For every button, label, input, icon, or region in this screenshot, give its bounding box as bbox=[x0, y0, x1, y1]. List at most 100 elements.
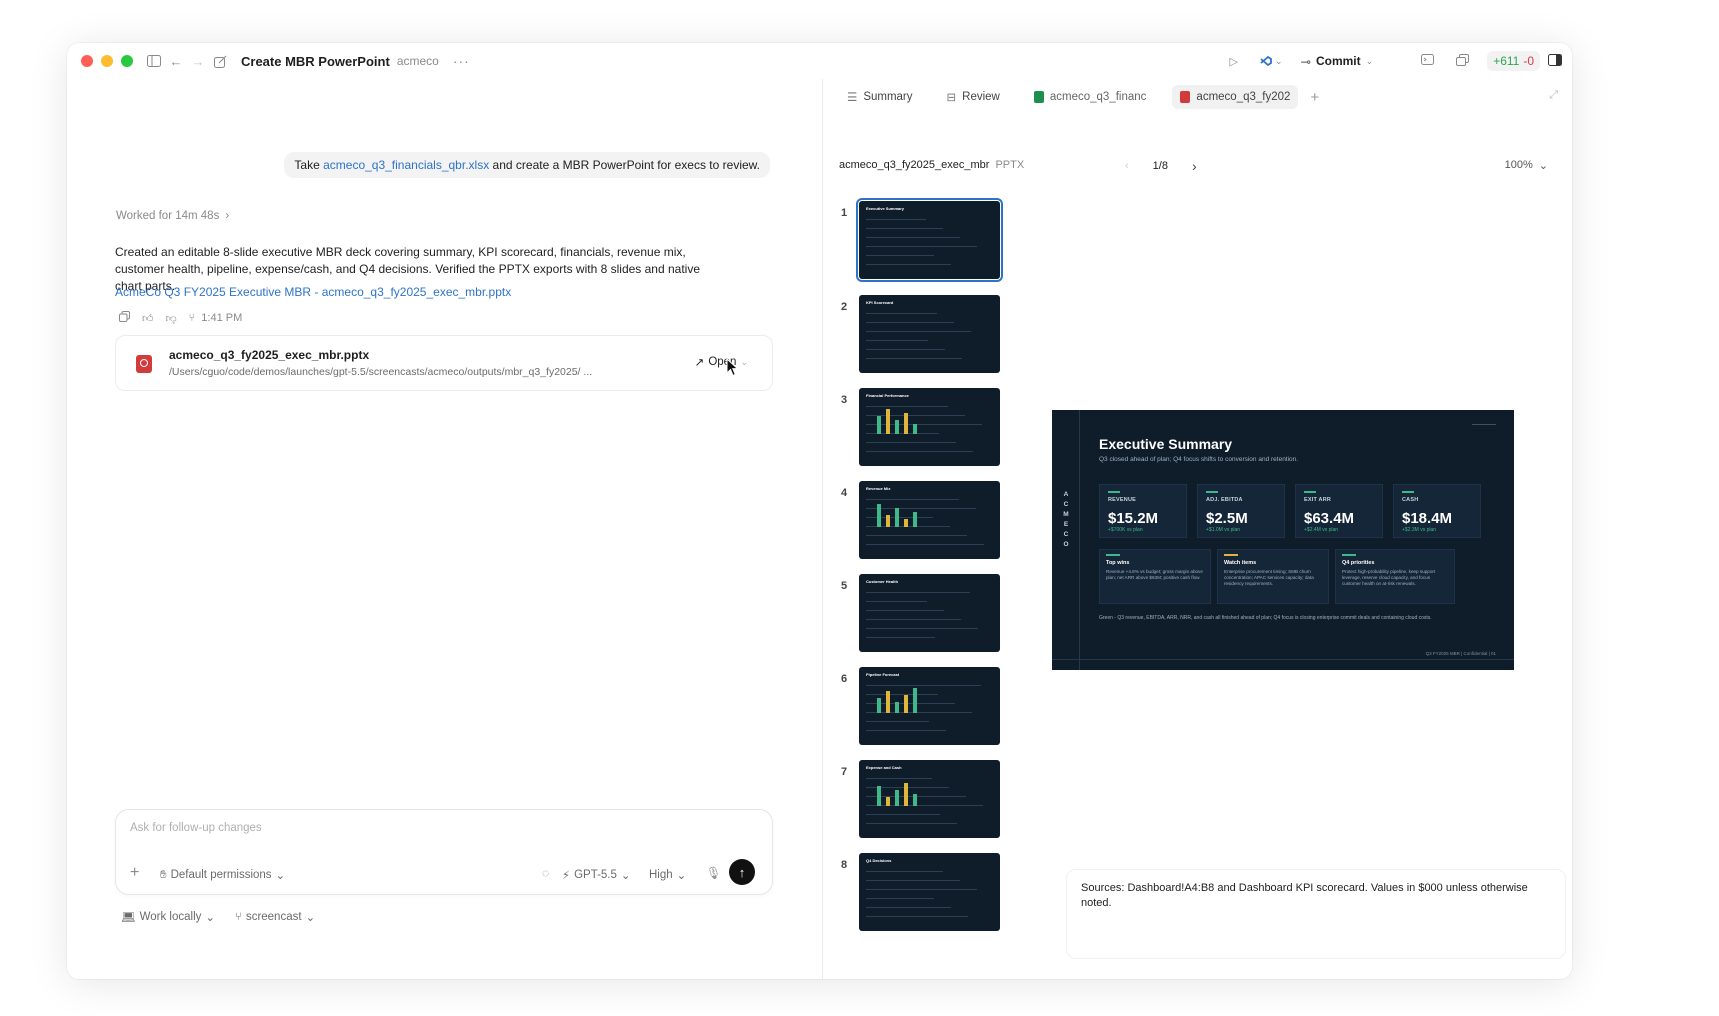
app-window: ← → Create MBR PowerPoint acmeco ··· ▷ ⌄… bbox=[67, 43, 1572, 979]
diff-added: +611 bbox=[1493, 54, 1520, 68]
hand-icon: ✋︎ bbox=[160, 868, 167, 881]
pptx-file-icon bbox=[1180, 91, 1191, 103]
kpi-card-arr: EXIT ARR $63.4M +$2.4M vs plan bbox=[1295, 484, 1383, 538]
more-options-icon[interactable]: ··· bbox=[453, 53, 470, 69]
vscode-icon[interactable]: ⌄ bbox=[1260, 55, 1283, 67]
chevron-down-icon[interactable]: ⌄ bbox=[1275, 56, 1283, 67]
card-watch-items: Watch items Enterprise procurement timin… bbox=[1217, 549, 1329, 604]
slide-thumbnail-3[interactable]: Financial Performance bbox=[859, 388, 1000, 466]
file-path: /Users/cguo/code/demos/launches/gpt-5.5/… bbox=[169, 366, 593, 378]
kpi-label: ADJ. EBITDA bbox=[1206, 497, 1243, 503]
title-bar: ← → Create MBR PowerPoint acmeco ··· ▷ ⌄… bbox=[67, 43, 1572, 79]
effort-dropdown[interactable]: High ⌄ bbox=[649, 868, 686, 882]
title-bar-actions: ▷ ⌄ ⊸ Commit ⌄ +611 -0 bbox=[1229, 43, 1562, 79]
work-mode-dropdown[interactable]: 💻︎ Work locally ⌄ bbox=[121, 910, 215, 924]
panel-toggle-icon[interactable] bbox=[1548, 53, 1562, 69]
permissions-dropdown[interactable]: ✋︎ Default permissions ⌄ bbox=[160, 868, 285, 883]
kpi-delta: +$2.3M vs plan bbox=[1402, 527, 1437, 533]
tab-summary[interactable]: ☰ Summary bbox=[839, 85, 921, 109]
kpi-card-revenue: REVENUE $15.2M +$700K vs plan bbox=[1099, 484, 1187, 538]
thumbnail-title: Expense and Cash bbox=[866, 765, 902, 770]
run-icon[interactable]: ▷ bbox=[1229, 55, 1237, 68]
worked-for-toggle[interactable]: Worked for 14m 48s › bbox=[116, 210, 229, 222]
copy-window-icon[interactable] bbox=[1456, 53, 1470, 69]
new-chat-icon[interactable] bbox=[209, 50, 231, 72]
slide-thumbnail-1[interactable]: Executive Summary bbox=[856, 198, 1003, 282]
chevron-down-icon: ⌄ bbox=[305, 912, 316, 924]
slide-number: 1 bbox=[841, 207, 848, 219]
kpi-value: $2.5M bbox=[1206, 510, 1248, 527]
card-text: Revenue +4.8% vs budget; gross margin ab… bbox=[1106, 569, 1203, 581]
open-file-button[interactable]: ↗ Open ⌄ bbox=[695, 355, 748, 369]
copy-icon[interactable] bbox=[119, 311, 130, 325]
tab-review[interactable]: ⊟ Review bbox=[939, 85, 1008, 109]
chevron-down-icon: ⌄ bbox=[676, 870, 687, 882]
branch-dropdown[interactable]: ⑂ screencast ⌄ bbox=[235, 910, 315, 924]
slide-thumbnail-6[interactable]: Pipeline Forecast bbox=[859, 667, 1000, 745]
message-time: 1:41 PM bbox=[201, 312, 243, 324]
terminal-icon[interactable] bbox=[1421, 54, 1435, 68]
expand-icon[interactable]: ⤢ bbox=[1549, 89, 1558, 102]
tab-financials-xlsx[interactable]: acmeco_q3_financ bbox=[1026, 85, 1155, 109]
card-q4-priorities: Q4 priorities Protect high-probability p… bbox=[1335, 549, 1455, 604]
commit-label: Commit bbox=[1315, 54, 1361, 68]
close-window-button[interactable] bbox=[81, 55, 93, 67]
deck-link[interactable]: AcmeCo Q3 FY2025 Executive MBR - acmeco_… bbox=[115, 285, 511, 299]
viewer-filename: acmeco_q3_fy2025_exec_mbr bbox=[839, 159, 990, 171]
slide-thumbnail-5[interactable]: Customer Health bbox=[859, 574, 1000, 652]
tab-label: acmeco_q3_financ bbox=[1049, 91, 1147, 103]
viewer-file-header: acmeco_q3_fy2025_exec_mbr PPTX bbox=[839, 159, 1024, 171]
diff-stats[interactable]: +611 -0 bbox=[1487, 51, 1540, 71]
zoom-label: 100% bbox=[1504, 159, 1533, 171]
slide-footer: Q3 FY2025 MBR | Confidential | 01 bbox=[1425, 651, 1496, 656]
page-indicator: 1/8 bbox=[1152, 160, 1168, 172]
list-icon: ☰ bbox=[847, 92, 858, 104]
slide-thumbnail-8[interactable]: Q4 Decisions bbox=[859, 853, 1000, 931]
send-button[interactable]: ↑ bbox=[729, 859, 755, 885]
add-attachment-icon[interactable]: + bbox=[130, 864, 139, 882]
thumbs-up-icon[interactable]: 👍︎ bbox=[142, 312, 154, 325]
commit-icon: ⊸ bbox=[1300, 54, 1311, 69]
branch-label: screencast bbox=[245, 911, 302, 923]
minimize-window-button[interactable] bbox=[101, 55, 113, 67]
slide-preview: ACMECO Executive Summary Q3 closed ahead… bbox=[1052, 410, 1514, 670]
viewer-filetype: PPTX bbox=[995, 159, 1025, 171]
slide-title: Executive Summary bbox=[1099, 436, 1233, 452]
branch-icon[interactable]: ⑂ bbox=[189, 312, 196, 324]
forward-arrow-icon[interactable]: → bbox=[187, 50, 209, 72]
next-page-icon[interactable]: › bbox=[1192, 158, 1197, 174]
commit-button[interactable]: ⊸ Commit ⌄ bbox=[1300, 54, 1373, 69]
zoom-window-button[interactable] bbox=[121, 55, 133, 67]
composer-footer: 💻︎ Work locally ⌄ ⑂ screencast ⌄ bbox=[121, 910, 315, 924]
slide-number: 5 bbox=[841, 580, 848, 592]
effort-label: High bbox=[649, 869, 673, 881]
prev-page-icon[interactable]: ‹ bbox=[1125, 160, 1129, 172]
kpi-label: EXIT ARR bbox=[1304, 497, 1332, 503]
model-dropdown[interactable]: ⚡︎ GPT-5.5 ⌄ bbox=[562, 868, 631, 882]
followup-input[interactable]: Ask for follow-up changes bbox=[130, 822, 262, 834]
tab-mbr-pptx[interactable]: acmeco_q3_fy202 bbox=[1172, 85, 1299, 109]
zoom-dropdown[interactable]: 100% ⌄ bbox=[1505, 159, 1548, 172]
kpi-value: $18.4M bbox=[1402, 510, 1453, 527]
project-name: acmeco bbox=[396, 54, 439, 68]
slide-thumbnail-2[interactable]: KPI Scorecard bbox=[859, 295, 1000, 373]
back-arrow-icon[interactable]: ← bbox=[165, 50, 187, 72]
chevron-down-icon: ⌄ bbox=[620, 870, 631, 882]
new-tab-icon[interactable]: + bbox=[1310, 89, 1319, 106]
review-icon: ⊟ bbox=[946, 92, 957, 104]
kpi-label: CASH bbox=[1402, 497, 1419, 503]
card-title: Watch items bbox=[1224, 560, 1257, 566]
thumbs-down-icon[interactable]: 👎︎ bbox=[166, 312, 177, 325]
microphone-icon[interactable]: 🎙︎ bbox=[706, 866, 721, 880]
prompt-file-link[interactable]: acmeco_q3_financials_qbr.xlsx bbox=[323, 158, 489, 172]
thumbnail-title: Customer Health bbox=[866, 579, 899, 584]
file-card[interactable]: acmeco_q3_fy2025_exec_mbr.pptx /Users/cg… bbox=[115, 335, 773, 391]
slide-thumbnail-7[interactable]: Expense and Cash bbox=[859, 760, 1000, 838]
spreadsheet-icon bbox=[1033, 91, 1044, 103]
slide-number: 8 bbox=[841, 859, 848, 871]
slide-subtitle: Q3 closed ahead of plan; Q4 focus shifts… bbox=[1099, 456, 1299, 463]
slide-number: 7 bbox=[841, 766, 848, 778]
slide-thumbnail-4[interactable]: Revenue Mix bbox=[859, 481, 1000, 559]
sidebar-toggle-icon[interactable] bbox=[143, 50, 165, 72]
chevron-down-icon: ⌄ bbox=[740, 356, 748, 367]
